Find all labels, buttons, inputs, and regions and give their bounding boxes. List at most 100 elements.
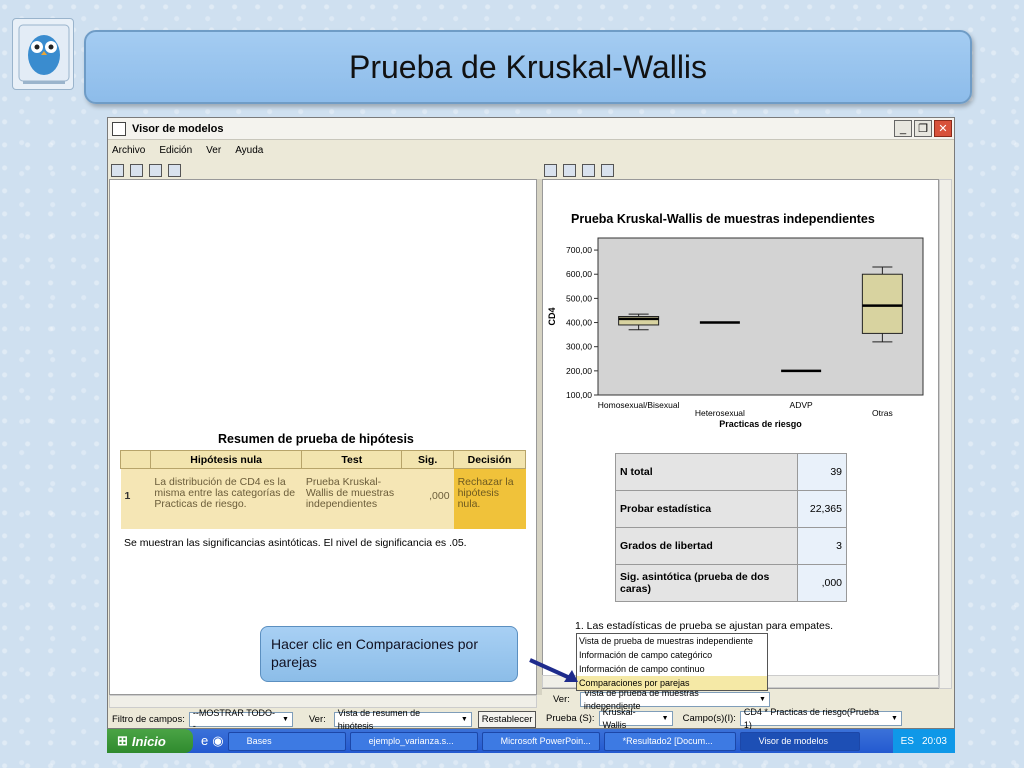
chevron-down-icon: ▼ (661, 715, 669, 722)
window-title-bar[interactable]: Visor de modelos _ ❐ ✕ (108, 118, 954, 140)
copy-icon[interactable] (111, 163, 124, 177)
left-view-select[interactable]: Vista de resumen de hipótesis ▼ (333, 708, 472, 731)
y-tick-label: 300,00 (566, 342, 592, 352)
test-value: Kruskal-Wallis (602, 706, 636, 730)
copy-data-icon[interactable] (563, 163, 576, 177)
col-header-test[interactable]: Test (301, 450, 403, 469)
test-select[interactable]: Kruskal-Wallis ▼ (598, 707, 673, 730)
y-tick-label: 100,00 (566, 390, 592, 400)
hypothesis-summary-table: Hipótesis nula Test Sig. Decisión 1 La d… (120, 450, 526, 529)
internet-explorer-icon[interactable]: e (201, 733, 208, 749)
language-indicator[interactable]: ES (901, 736, 914, 747)
system-tray: ES 20:03 (892, 729, 955, 753)
chevron-down-icon: ▼ (758, 696, 766, 703)
media-icon[interactable]: ◉ (212, 733, 223, 749)
field-select[interactable]: CD4 * Practicas de riesgo(Prueba 1) ▼ (739, 707, 902, 730)
decision-cell: Rechazar la hipótesis nula. (453, 468, 526, 529)
clock: 20:03 (921, 735, 947, 747)
dropdown-option-pairwise[interactable]: Comparaciones por parejas (577, 676, 767, 690)
view-dropdown-list: Vista de prueba de muestras independient… (576, 633, 768, 691)
windows-logo-icon: ⊞ (117, 733, 128, 748)
right-vertical-scrollbar[interactable] (939, 179, 952, 689)
stat-value: 39 (797, 453, 847, 491)
task-ejemplo-varianza[interactable]: ejemplo_varianza.s... (349, 731, 478, 751)
slide-title-bar: Prueba de Kruskal-Wallis (84, 30, 972, 104)
test-cell: Prueba Kruskal-Wallis de muestras indepe… (301, 468, 402, 529)
dropdown-option[interactable]: Información de campo categórico (577, 648, 767, 662)
right-view-label: Ver: (553, 694, 570, 705)
task-bases[interactable]: Bases (227, 731, 346, 751)
y-tick-label: 600,00 (566, 269, 592, 279)
y-axis-label: CD4 (547, 307, 557, 325)
y-tick-label: 700,00 (566, 245, 592, 255)
test-label: Prueba (S): (546, 713, 595, 724)
task-resultado2[interactable]: *Resultado2 [Docum... (603, 731, 736, 751)
y-tick-label: 500,00 (566, 293, 592, 303)
menu-archivo[interactable]: Archivo (112, 145, 145, 156)
field-filter-select[interactable]: --MOSTRAR TODO-- ▼ (188, 708, 293, 731)
task-model-viewer[interactable]: Visor de modelos (739, 731, 860, 751)
table-row: N total 39 (615, 453, 847, 491)
copy-icon[interactable] (544, 163, 557, 177)
left-toolbar (111, 161, 181, 179)
col-header-sig[interactable]: Sig. (401, 450, 455, 469)
y-tick-label: 200,00 (566, 366, 592, 376)
ties-note: 1. Las estadísticas de prueba se ajustan… (575, 620, 833, 632)
start-button[interactable]: ⊞ Inicio (107, 729, 193, 753)
quick-launch: e ◉ (201, 733, 224, 749)
left-view-label: Ver: (308, 714, 326, 725)
chevron-down-icon: ▼ (281, 716, 289, 723)
test-detail-pane: Prueba Kruskal-Wallis de muestras indepe… (542, 179, 939, 689)
table-row: Probar estadística 22,365 (615, 490, 847, 528)
print-icon[interactable] (582, 163, 595, 177)
stat-label: Probar estadística (615, 490, 798, 528)
instruction-callout: Hacer clic en Comparaciones por parejas (260, 626, 518, 682)
window-title: Visor de modelos (132, 122, 224, 135)
hypothesis-summary-pane: Resumen de prueba de hipótesis Hipótesis… (109, 179, 537, 695)
box-iqr (861, 273, 903, 334)
chart-title: Prueba Kruskal-Wallis de muestras indepe… (571, 212, 875, 226)
chevron-down-icon: ▼ (890, 715, 898, 722)
table-row[interactable]: 1 La distribución de CD4 es la misma ent… (120, 468, 526, 529)
row-number: 1 (120, 468, 151, 529)
dropdown-option[interactable]: Información de campo continuo (577, 662, 767, 676)
copy-data-icon[interactable] (130, 163, 143, 177)
left-bottom-controls: Filtro de campos: --MOSTRAR TODO-- ▼ Ver:… (112, 708, 537, 731)
layout-icon[interactable] (601, 163, 614, 177)
table-row: Grados de libertad 3 (615, 527, 847, 565)
taskbar: ⊞ Inicio e ◉ Bases ejemplo_varianza.s...… (107, 729, 955, 753)
summary-table-title: Resumen de prueba de hipótesis (218, 432, 414, 446)
col-header-decision[interactable]: Decisión (453, 450, 526, 469)
boxplot-chart: 100,00 200,00 300,00 400,00 500,00 600,00 700,… (547, 237, 924, 429)
slide-title: Prueba de Kruskal-Wallis (348, 48, 708, 85)
left-horizontal-scrollbar[interactable] (109, 695, 537, 708)
stat-value: 22,365 (797, 490, 847, 528)
test-statistics-table: N total 39 Probar estadística 22,365 Gra… (615, 453, 847, 602)
col-header-hypothesis[interactable]: Hipótesis nula (149, 450, 303, 469)
layout-icon[interactable] (168, 163, 181, 177)
x-tick-label: Otras (872, 408, 893, 418)
menu-ayuda[interactable]: Ayuda (235, 145, 263, 156)
filter-label: Filtro de campos: (112, 714, 185, 725)
stat-label: Sig. asintótica (prueba de dos caras) (615, 564, 798, 602)
hypothesis-cell: La distribución de CD4 es la misma entre… (150, 468, 302, 529)
model-viewer-window: Visor de modelos _ ❐ ✕ Archivo Edición V… (107, 117, 955, 731)
menu-edicion[interactable]: Edición (159, 145, 192, 156)
arrow-pointer-icon (529, 658, 578, 682)
reset-button[interactable]: Restablecer (477, 711, 537, 728)
field-value: CD4 * Practicas de riesgo(Prueba 1) (743, 706, 879, 730)
menu-ver[interactable]: Ver (206, 145, 221, 156)
print-icon[interactable] (149, 163, 162, 177)
dropdown-option[interactable]: Vista de prueba de muestras independient… (577, 634, 767, 648)
close-button[interactable]: ✕ (934, 120, 952, 137)
task-powerpoint[interactable]: Microsoft PowerPoin... (481, 731, 600, 751)
x-axis-label: Practicas de riesgo (719, 419, 802, 429)
x-tick-label: ADVP (790, 400, 813, 410)
maximize-button[interactable]: ❐ (914, 120, 932, 137)
x-tick-label: Homosexual/Bisexual (598, 400, 680, 410)
start-label: Inicio (131, 733, 166, 749)
right-toolbar (544, 161, 614, 179)
x-tick-label: Heterosexual (695, 408, 745, 418)
stat-label: N total (615, 453, 798, 491)
minimize-button[interactable]: _ (894, 120, 912, 137)
